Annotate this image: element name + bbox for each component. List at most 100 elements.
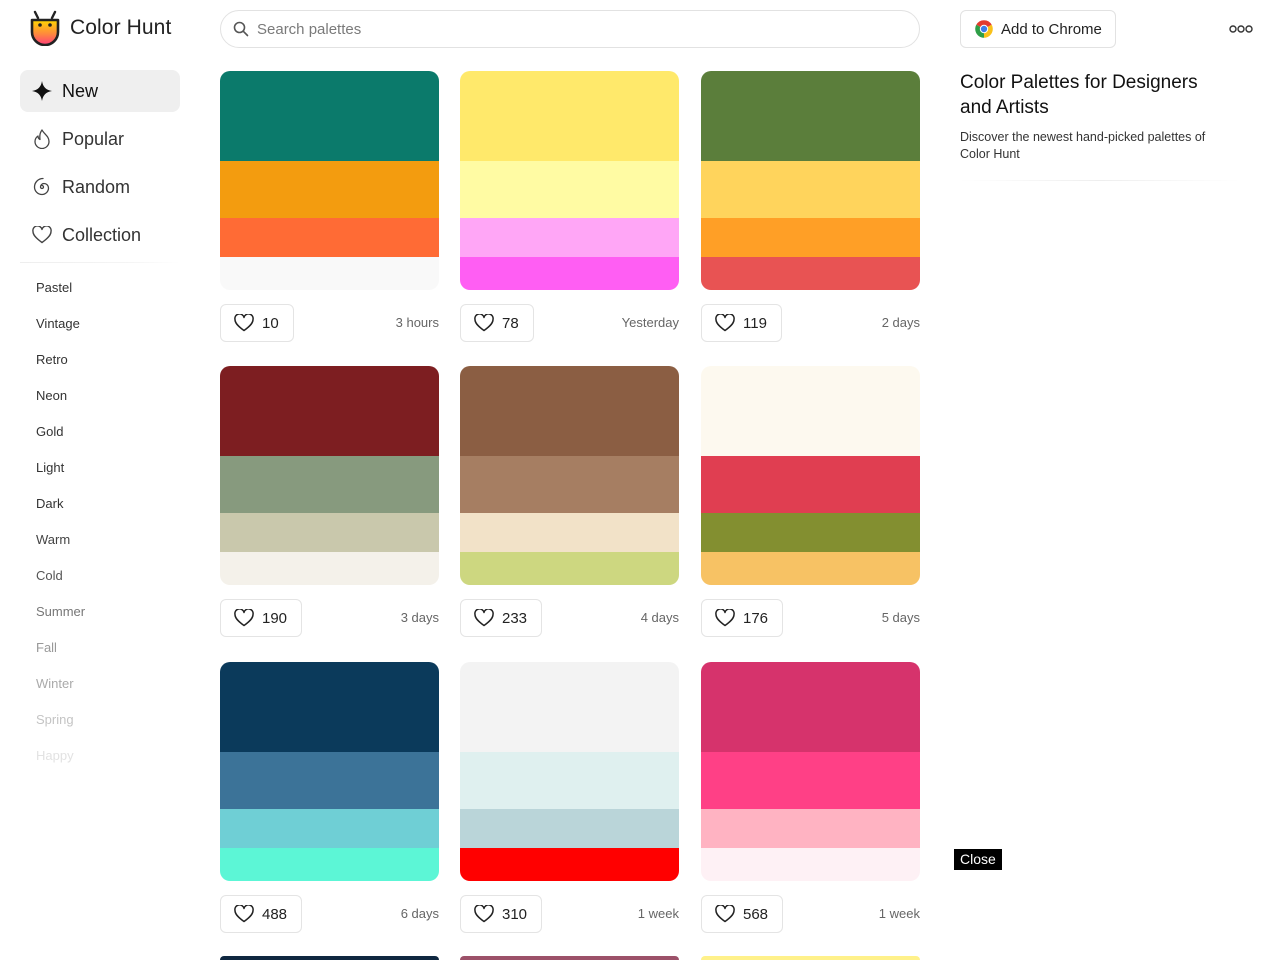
color-swatch[interactable]	[460, 257, 679, 290]
palette-card: 190 3 days	[220, 366, 439, 637]
color-swatch[interactable]	[220, 366, 439, 456]
heart-icon	[715, 905, 735, 923]
color-swatch[interactable]	[701, 257, 920, 290]
like-button[interactable]: 10	[220, 304, 294, 342]
color-swatch[interactable]	[460, 366, 679, 456]
palette-card-partial[interactable]	[220, 956, 439, 960]
palette-swatches[interactable]	[460, 71, 679, 290]
search-bar[interactable]	[220, 10, 920, 48]
palette-swatches[interactable]	[701, 71, 920, 290]
tag-fall[interactable]: Fall	[36, 639, 176, 675]
color-swatch[interactable]	[460, 513, 679, 552]
like-button[interactable]: 568	[701, 895, 784, 933]
color-swatch[interactable]	[701, 513, 920, 552]
like-button[interactable]: 176	[701, 599, 784, 637]
tag-pastel[interactable]: Pastel	[36, 279, 176, 315]
heart-icon	[32, 225, 52, 245]
color-swatch[interactable]	[701, 366, 920, 456]
tag-warm[interactable]: Warm	[36, 531, 176, 567]
color-swatch[interactable]	[220, 809, 439, 848]
palette-swatches[interactable]	[701, 366, 920, 585]
tag-winter[interactable]: Winter	[36, 675, 176, 711]
like-button[interactable]: 190	[220, 599, 303, 637]
color-swatch[interactable]	[220, 257, 439, 290]
color-swatch[interactable]	[460, 752, 679, 809]
tag-dark[interactable]: Dark	[36, 495, 176, 531]
nav-item-collection[interactable]: Collection	[20, 214, 180, 256]
tag-spring[interactable]: Spring	[36, 711, 176, 747]
palette-meta: 488 6 days	[220, 895, 439, 933]
more-menu-button[interactable]	[1228, 20, 1254, 38]
like-button[interactable]: 310	[460, 895, 543, 933]
color-swatch[interactable]	[220, 552, 439, 585]
color-swatch[interactable]	[701, 848, 920, 881]
color-swatch[interactable]	[220, 848, 439, 881]
color-swatch[interactable]	[701, 552, 920, 585]
palette-swatches[interactable]	[701, 662, 920, 881]
color-swatch[interactable]	[701, 662, 920, 752]
color-swatch[interactable]	[460, 71, 679, 161]
tag-retro[interactable]: Retro	[36, 351, 176, 387]
like-button[interactable]: 233	[460, 599, 543, 637]
like-button[interactable]: 488	[220, 895, 303, 933]
tag-gold[interactable]: Gold	[36, 423, 176, 459]
tag-light[interactable]: Light	[36, 459, 176, 495]
nav-item-random[interactable]: Random	[20, 166, 180, 208]
tag-happy[interactable]: Happy	[36, 747, 176, 783]
palette-card: 10 3 hours	[220, 71, 439, 342]
tag-neon[interactable]: Neon	[36, 387, 176, 423]
color-swatch[interactable]	[220, 218, 439, 257]
tag-list: Pastel Vintage Retro Neon Gold Light Dark Warm C…	[36, 279, 176, 783]
color-swatch[interactable]	[701, 161, 920, 218]
add-to-chrome-button[interactable]: Add to Chrome	[960, 10, 1116, 48]
color-swatch[interactable]	[701, 456, 920, 513]
palette-meta: 176 5 days	[701, 599, 920, 637]
palette-date: 3 hours	[395, 315, 439, 330]
palette-date: 5 days	[881, 610, 920, 625]
color-swatch[interactable]	[220, 161, 439, 218]
panel-divider	[960, 180, 1240, 181]
chrome-icon	[975, 20, 993, 38]
color-swatch[interactable]	[460, 456, 679, 513]
color-swatch[interactable]	[220, 513, 439, 552]
palette-meta: 233 4 days	[460, 599, 679, 637]
color-swatch[interactable]	[701, 218, 920, 257]
palette-swatches[interactable]	[460, 366, 679, 585]
palette-swatches[interactable]	[460, 662, 679, 881]
palette-swatches[interactable]	[220, 71, 439, 290]
nav-item-popular[interactable]: Popular	[20, 118, 180, 160]
color-swatch[interactable]	[701, 809, 920, 848]
color-swatch[interactable]	[220, 662, 439, 752]
like-button[interactable]: 119	[701, 304, 782, 342]
heart-icon	[715, 314, 735, 332]
color-swatch[interactable]	[220, 752, 439, 809]
color-swatch[interactable]	[220, 71, 439, 161]
tag-cold[interactable]: Cold	[36, 567, 176, 603]
palette-swatches[interactable]	[220, 662, 439, 881]
color-swatch[interactable]	[701, 71, 920, 161]
color-swatch[interactable]	[460, 218, 679, 257]
palette-date: 6 days	[400, 906, 439, 921]
flame-icon	[32, 129, 52, 149]
search-icon	[233, 21, 249, 37]
like-count: 10	[262, 314, 279, 332]
color-swatch[interactable]	[701, 752, 920, 809]
tag-summer[interactable]: Summer	[36, 603, 176, 639]
tag-vintage[interactable]: Vintage	[36, 315, 176, 351]
close-button[interactable]: Close	[954, 849, 1002, 870]
color-swatch[interactable]	[460, 552, 679, 585]
palette-card-partial[interactable]	[460, 956, 679, 960]
color-hunt-logo-icon	[30, 10, 60, 46]
color-swatch[interactable]	[220, 456, 439, 513]
nav-item-new[interactable]: New	[20, 70, 180, 112]
color-swatch[interactable]	[460, 161, 679, 218]
like-button[interactable]: 78	[460, 304, 534, 342]
logo[interactable]: Color Hunt	[28, 10, 171, 46]
color-swatch[interactable]	[460, 662, 679, 752]
search-input[interactable]	[257, 20, 877, 38]
palette-swatches[interactable]	[220, 366, 439, 585]
color-swatch[interactable]	[460, 848, 679, 881]
palette-card-partial[interactable]	[701, 956, 920, 960]
color-swatch[interactable]	[460, 809, 679, 848]
like-count: 568	[743, 905, 769, 923]
